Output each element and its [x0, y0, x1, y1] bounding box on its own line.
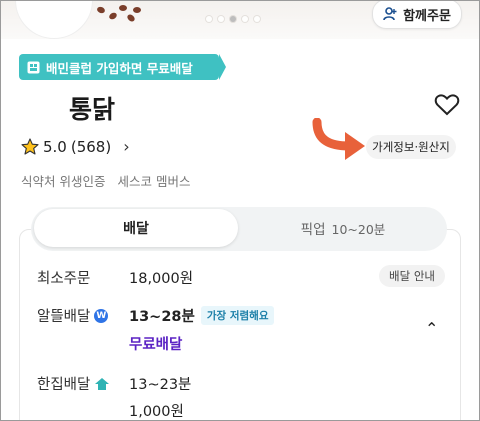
food-photo [15, 1, 93, 39]
certification-badges: 식약처 위생인증 세스코 멤버스 [21, 171, 190, 190]
group-order-button[interactable]: 함께주문 [372, 1, 462, 29]
club-banner-text: 배민클럽 가입하면 무료배달 [46, 60, 193, 76]
order-type-tabs: 배달 픽업 10~20분 [31, 207, 447, 251]
saver-delivery-time: 13~28분 [129, 309, 195, 325]
tab-delivery[interactable]: 배달 [34, 209, 238, 247]
house-icon [95, 377, 110, 390]
min-order-label: 최소주문 [37, 271, 91, 287]
store-page: 함께주문 배민클럽 가입하면 무료배달 통닭 5.0 (568) › 가게정보·… [0, 0, 480, 421]
rating-reviews-link[interactable]: 5.0 (568) › [21, 137, 130, 156]
tab-pickup-time: 10~20분 [331, 221, 386, 237]
store-info-origin-button[interactable]: 가게정보·원산지 [366, 135, 456, 159]
carousel-dot-active[interactable] [230, 16, 236, 22]
carousel-dot[interactable] [218, 16, 224, 22]
saver-delivery-label: 알뜰배달 W [37, 305, 109, 326]
favorite-heart-icon[interactable] [434, 93, 460, 117]
star-icon [21, 138, 39, 155]
delivery-guide-button[interactable]: 배달 안내 [379, 265, 445, 287]
review-count: (568) [70, 137, 112, 156]
card-top-edge [1, 39, 479, 49]
saver-delivery-row: 13~28분 가장 저렴해요 [129, 305, 275, 326]
single-delivery-fee: 1,000원 [129, 404, 184, 420]
carousel-dot[interactable] [242, 16, 248, 22]
decor [126, 13, 136, 23]
group-people-icon [383, 7, 397, 21]
rating-value: 5.0 [43, 137, 67, 156]
store-name: 통닭 [69, 95, 116, 124]
free-delivery-text: 무료배달 [129, 337, 183, 353]
chevron-right-icon: › [123, 137, 130, 156]
saver-delivery-text: 알뜰배달 [37, 309, 91, 325]
min-order-value: 18,000원 [129, 271, 194, 287]
baemin-club-banner[interactable]: 배민클럽 가입하면 무료배달 [19, 54, 226, 80]
decor [119, 5, 127, 11]
decor [133, 7, 141, 13]
club-logo-icon [27, 61, 40, 73]
carousel-dot[interactable] [254, 16, 260, 22]
cheapest-badge: 가장 저렴해요 [200, 306, 275, 325]
single-delivery-text: 한집배달 [37, 377, 91, 393]
annotation-arrow-icon [312, 118, 365, 160]
badge-hygiene: 식약처 위생인증 [21, 174, 106, 189]
carousel-indicator[interactable] [206, 16, 260, 22]
single-delivery-time: 13~23분 [129, 377, 192, 393]
tab-pickup[interactable]: 픽업 10~20분 [241, 209, 445, 247]
carousel-dot[interactable] [206, 16, 212, 22]
decor [96, 5, 106, 15]
decor [108, 11, 118, 21]
badge-cesco: 세스코 멤버스 [117, 174, 191, 189]
tab-pickup-label: 픽업 [300, 222, 326, 238]
saver-delivery-icon: W [94, 308, 109, 323]
group-order-label: 함께주문 [403, 8, 451, 24]
chevron-up-icon[interactable]: ⌃ [425, 319, 438, 338]
single-delivery-label: 한집배달 [37, 373, 110, 394]
